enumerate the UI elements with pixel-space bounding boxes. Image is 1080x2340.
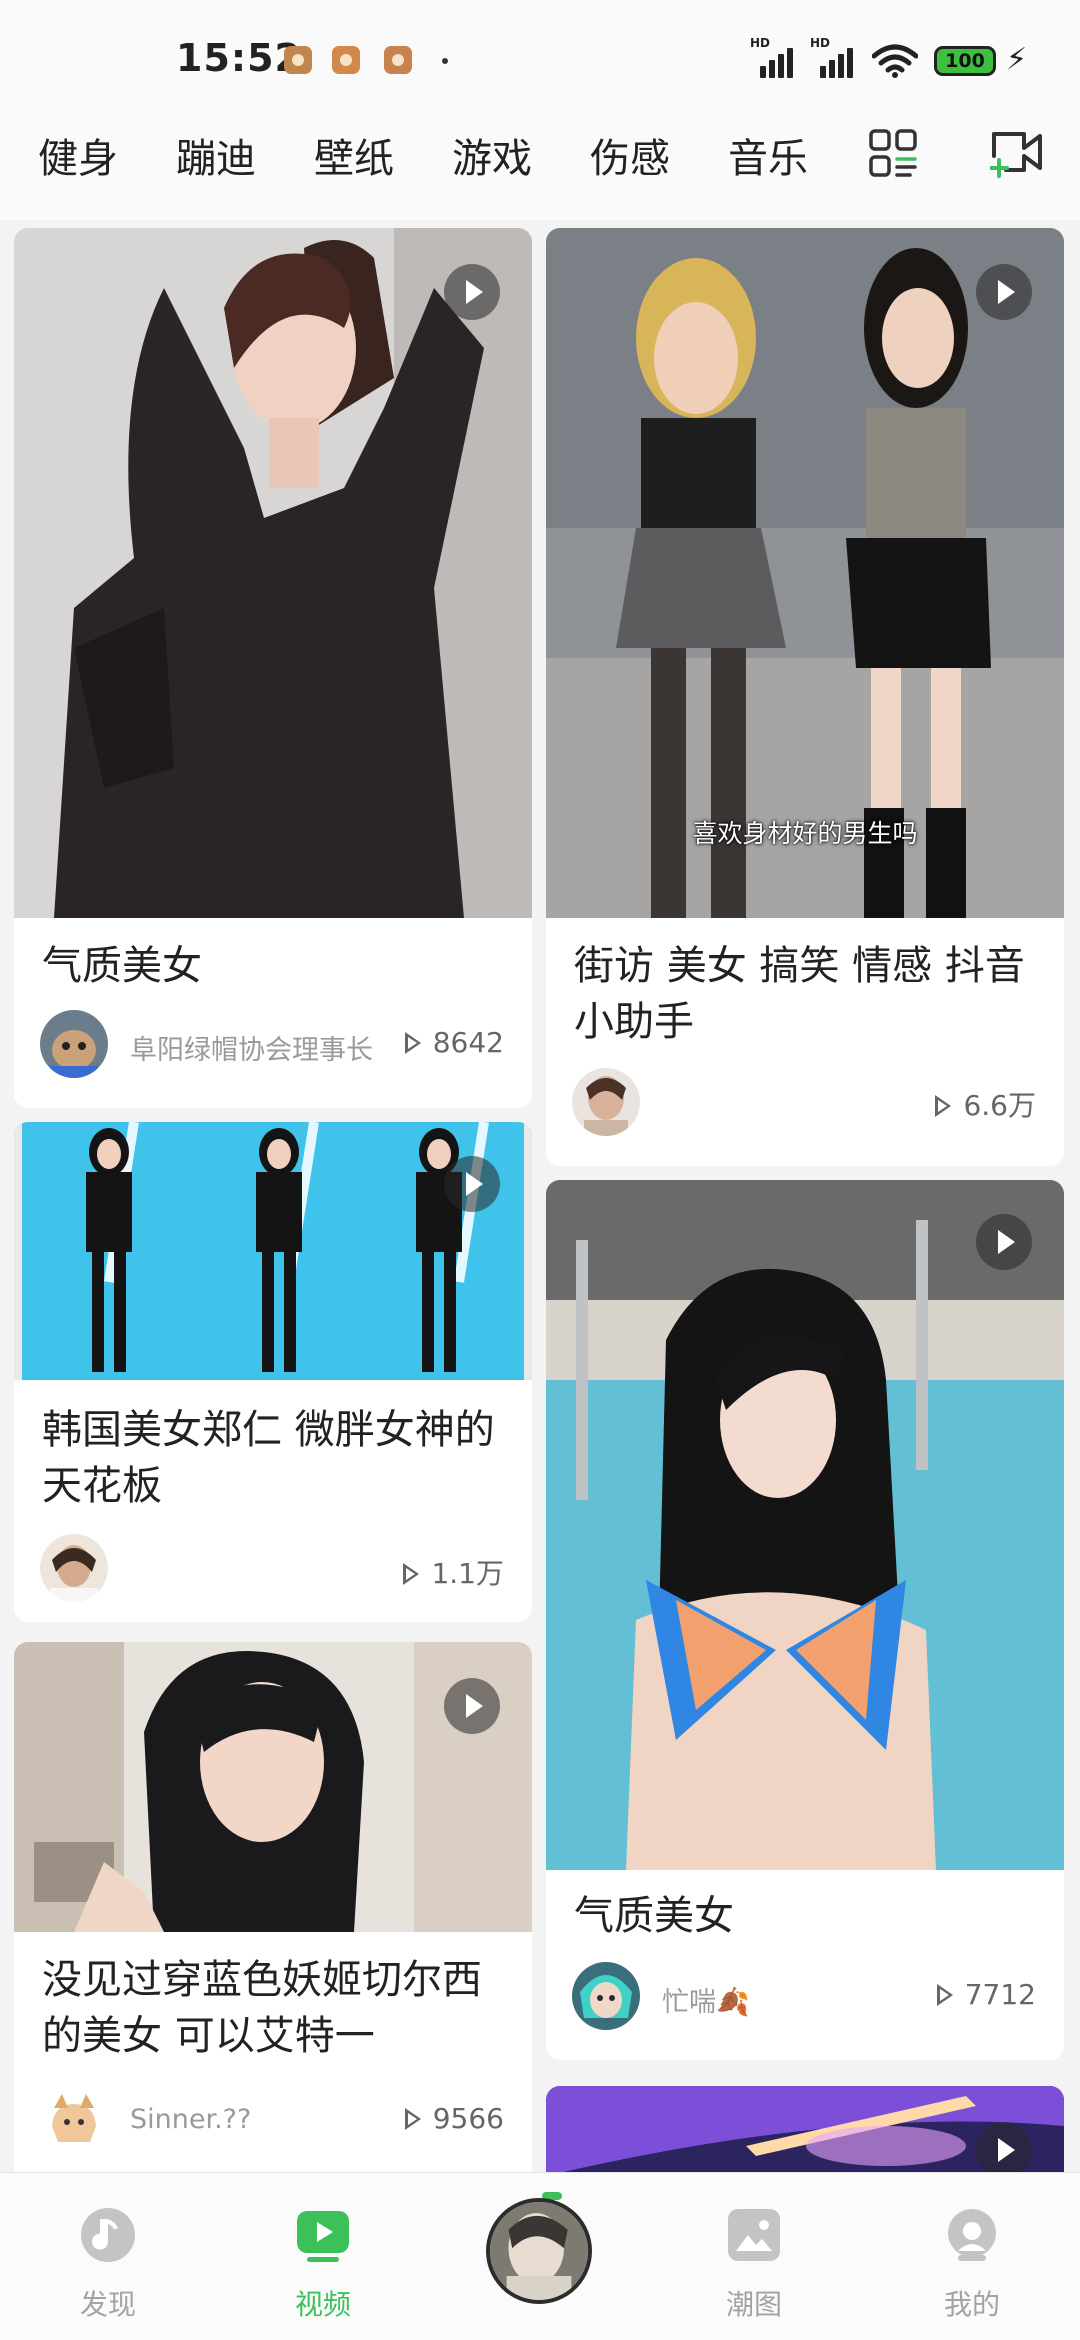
hd-label: HD xyxy=(750,36,771,50)
user-profile-icon xyxy=(948,2209,996,2261)
video-card[interactable]: 气质美女 忙喘🍂 7712 xyxy=(546,1180,1064,2060)
play-count: 7712 xyxy=(936,1978,1036,2011)
avatar[interactable] xyxy=(40,2086,108,2154)
play-count-value: 1.1万 xyxy=(431,1557,504,1590)
status-bar: 15:52 HD HD 100 ⚡ xyxy=(0,0,1080,110)
nav-discover[interactable]: 发现 xyxy=(38,2173,178,2340)
nav-label: 发现 xyxy=(79,2288,136,2321)
category-tab[interactable]: 音乐 xyxy=(728,126,808,184)
card-title: 没见过穿蓝色妖姬切尔西的美女 可以艾特一 xyxy=(42,1957,482,2059)
play-count: 8642 xyxy=(404,1026,504,1059)
avatar[interactable] xyxy=(572,1962,640,2030)
category-tab[interactable]: 健身 xyxy=(38,126,118,184)
card-title: 气质美女 xyxy=(574,1893,734,1939)
notification-app-icon xyxy=(332,46,360,74)
play-icon xyxy=(444,1678,500,1734)
video-card[interactable]: 气质美女 阜阳绿帽协会理事长 8642 xyxy=(14,228,532,1108)
play-icon xyxy=(444,1156,500,1212)
video-thumbnail xyxy=(14,228,532,918)
play-count-icon xyxy=(403,1563,420,1585)
hd-label: HD xyxy=(810,36,831,50)
play-icon xyxy=(444,264,500,320)
avatar[interactable] xyxy=(40,1534,108,1602)
play-count-value: 6.6万 xyxy=(963,1089,1036,1122)
play-icon xyxy=(976,1214,1032,1270)
video-card[interactable]: 没见过穿蓝色妖姬切尔西的美女 可以艾特一 Sinner.?? 9566 xyxy=(14,1642,532,2182)
video-card[interactable]: 喜欢身材好的男生吗 街访 美女 搞笑 情感 抖音小助手 6.6万 xyxy=(546,228,1064,1166)
play-count-value: 7712 xyxy=(964,1978,1036,2011)
avatar[interactable] xyxy=(40,1010,108,1078)
nav-trend-images[interactable]: 潮图 xyxy=(684,2173,824,2340)
category-tab[interactable]: 伤感 xyxy=(590,126,670,184)
play-count: 9566 xyxy=(404,2102,504,2135)
video-camera-add-icon[interactable] xyxy=(990,126,1044,178)
image-icon xyxy=(728,2209,780,2261)
play-count: 6.6万 xyxy=(935,1084,1036,1124)
author-name[interactable]: 忙喘🍂 xyxy=(662,1980,750,2019)
now-playing-avatar[interactable] xyxy=(486,2198,592,2304)
play-count-icon xyxy=(935,1095,952,1117)
category-tab[interactable]: 蹦迪 xyxy=(176,126,256,184)
video-thumbnail xyxy=(546,1180,1064,1870)
avatar[interactable] xyxy=(572,1068,640,1136)
author-name[interactable]: 阜阳绿帽协会理事长 xyxy=(130,1028,373,1067)
author-name[interactable]: Sinner.?? xyxy=(130,2104,251,2135)
category-tab[interactable]: 游戏 xyxy=(452,126,532,184)
nav-label: 我的 xyxy=(943,2288,1000,2321)
video-subtitle: 喜欢身材好的男生吗 xyxy=(692,819,918,848)
video-play-icon xyxy=(297,2211,349,2262)
category-grid-icon[interactable] xyxy=(868,128,918,178)
battery-icon: 100 xyxy=(934,46,996,76)
music-note-disc-icon xyxy=(81,2208,135,2262)
more-notifications-dot xyxy=(442,58,448,64)
play-icon xyxy=(976,264,1032,320)
lightning-bolt-icon: ⚡ xyxy=(1006,42,1028,77)
play-count-value: 9566 xyxy=(432,2102,504,2135)
play-count-icon xyxy=(404,2108,421,2130)
battery-level: 100 xyxy=(945,50,985,72)
signal-strength-icon: HD xyxy=(810,36,860,78)
video-card[interactable]: 韩国美女郑仁 微胖女神的天花板 1.1万 xyxy=(14,1122,532,1622)
card-title: 街访 美女 搞笑 情感 抖音小助手 xyxy=(574,943,1025,1045)
play-count: 1.1万 xyxy=(403,1552,504,1592)
nav-video[interactable]: 视频 xyxy=(253,2173,393,2340)
nav-label: 潮图 xyxy=(725,2288,782,2321)
card-title: 气质美女 xyxy=(42,943,202,989)
wifi-icon xyxy=(872,44,918,78)
category-tab-bar: 健身 蹦迪 壁纸 游戏 伤感 音乐 xyxy=(0,110,1080,220)
play-count-value: 8642 xyxy=(432,1026,504,1059)
category-tab[interactable]: 壁纸 xyxy=(314,126,394,184)
play-count-icon xyxy=(936,1984,953,2006)
nav-label: 视频 xyxy=(294,2288,351,2321)
notification-app-icon xyxy=(284,46,312,74)
play-icon xyxy=(976,2122,1032,2178)
card-title: 韩国美女郑仁 微胖女神的天花板 xyxy=(42,1407,495,1509)
play-count-icon xyxy=(404,1032,421,1054)
signal-strength-icon: HD xyxy=(750,36,800,78)
notification-app-icon xyxy=(384,46,412,74)
nav-profile[interactable]: 我的 xyxy=(902,2173,1042,2340)
